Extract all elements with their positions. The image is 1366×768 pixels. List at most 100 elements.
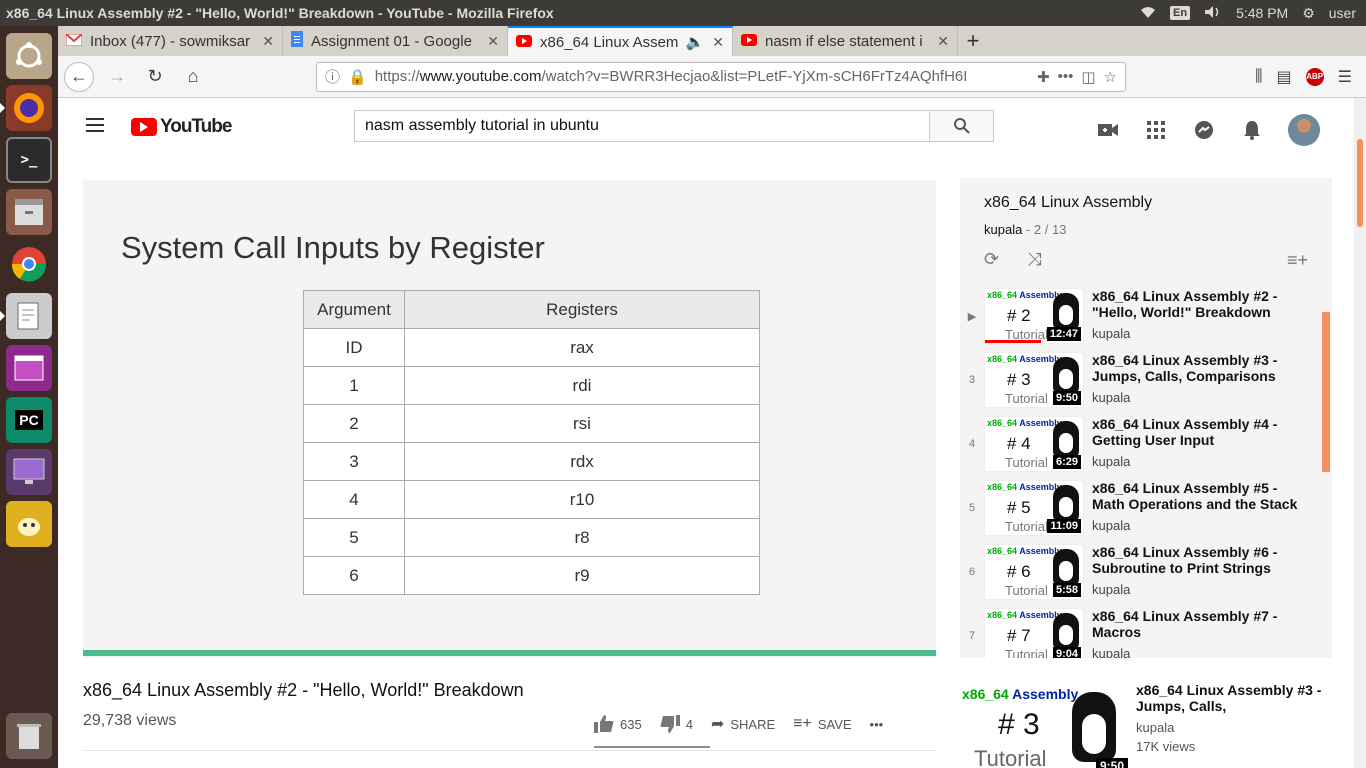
teapot-app-icon[interactable] bbox=[6, 501, 52, 547]
files-icon[interactable] bbox=[6, 189, 52, 235]
video-progress-bar[interactable] bbox=[83, 650, 936, 656]
url-text[interactable]: https://www.youtube.com/watch?v=BWRR3Hec… bbox=[375, 68, 1029, 85]
tab-gmail[interactable]: Inbox (477) - sowmiksar ✕ bbox=[58, 26, 283, 56]
like-button[interactable]: 635 bbox=[594, 715, 642, 733]
user-avatar[interactable] bbox=[1288, 114, 1320, 146]
youtube-page: YouTube nasm assembly tutorial in ubuntu… bbox=[58, 98, 1354, 768]
wifi-icon[interactable] bbox=[1140, 5, 1156, 22]
table-cell: 3 bbox=[303, 442, 405, 481]
playlist-item[interactable]: 6 x86_64 Assembly # 6 Tutorial 5:58 x86_… bbox=[960, 538, 1332, 602]
display-icon[interactable] bbox=[6, 449, 52, 495]
save-button[interactable]: ≡+ SAVE bbox=[793, 715, 851, 733]
playlist-item[interactable]: ▶ x86_64 Assembly # 2 Tutorial 12:47 x86… bbox=[960, 282, 1332, 346]
video-thumbnail[interactable]: x86_64 Assembly # 7 Tutorial 9:04 bbox=[984, 608, 1084, 658]
playlist-save-icon[interactable]: ≡+ bbox=[1287, 250, 1308, 271]
reload-button[interactable]: ↻ bbox=[140, 62, 170, 92]
pocket-icon[interactable]: ◫ bbox=[1081, 68, 1095, 86]
related-channel: kupala bbox=[1136, 720, 1175, 735]
playlist-item[interactable]: 7 x86_64 Assembly # 7 Tutorial 9:04 x86_… bbox=[960, 602, 1332, 658]
header-icons bbox=[1096, 114, 1320, 146]
page-actions-icon[interactable]: ••• bbox=[1058, 68, 1074, 85]
loop-icon[interactable]: ⟳ bbox=[984, 249, 999, 270]
bookmark-star-icon[interactable]: ☆ bbox=[1104, 68, 1117, 86]
table-row: 4 r10 bbox=[303, 480, 760, 519]
playlist-item-index: 4 bbox=[968, 438, 976, 450]
keyboard-layout-indicator[interactable]: En bbox=[1170, 6, 1191, 20]
tab-youtube-active[interactable]: x86_64 Linux Assembl 🔈 ✕ bbox=[508, 26, 733, 56]
dislike-button[interactable]: 4 bbox=[660, 715, 693, 733]
scrollbar-thumb[interactable] bbox=[1356, 138, 1364, 228]
library-icon[interactable]: ⫼ bbox=[1255, 68, 1262, 86]
lock-icon: 🔒 bbox=[348, 68, 367, 86]
penguin-icon bbox=[1072, 692, 1116, 762]
terminal-icon[interactable]: >_ bbox=[6, 137, 52, 183]
video-player[interactable]: System Call Inputs by Register Argument … bbox=[83, 180, 936, 658]
playlist-title[interactable]: x86_64 Linux Assembly bbox=[984, 194, 1308, 212]
tab-youtube-nasm[interactable]: nasm if else statement i ✕ bbox=[733, 26, 958, 56]
new-tab-button[interactable]: + bbox=[958, 26, 988, 56]
back-button[interactable]: ← bbox=[64, 61, 94, 92]
playlist-item[interactable]: 5 x86_64 Assembly # 5 Tutorial 11:09 x86… bbox=[960, 474, 1332, 538]
chromium-icon[interactable] bbox=[6, 241, 52, 287]
window-app-icon[interactable] bbox=[6, 345, 52, 391]
duration-badge: 11:09 bbox=[1047, 519, 1081, 533]
related-thumbnail[interactable]: x86_64 Assembly # 3 Tutorial 9:50 bbox=[960, 680, 1128, 768]
shuffle-icon[interactable]: ⤨ bbox=[1027, 249, 1041, 270]
notifications-bell-icon[interactable] bbox=[1240, 118, 1264, 142]
apps-grid-icon[interactable] bbox=[1144, 118, 1168, 142]
adblock-icon[interactable]: ABP bbox=[1305, 67, 1324, 86]
extension-icon[interactable]: ✚ bbox=[1037, 68, 1050, 86]
forward-button[interactable]: → bbox=[102, 62, 132, 92]
text-editor-icon[interactable] bbox=[0, 293, 52, 339]
url-bar[interactable]: ⓘ 🔒 https://www.youtube.com/watch?v=BWRR… bbox=[316, 61, 1126, 92]
close-tab-icon[interactable]: ✕ bbox=[712, 34, 724, 51]
table-cell: rsi bbox=[404, 404, 760, 443]
playlist-item-index: 7 bbox=[968, 630, 976, 642]
unity-launcher: >_ PC bbox=[0, 26, 58, 768]
playlist-item[interactable]: 4 x86_64 Assembly # 4 Tutorial 6:29 x86_… bbox=[960, 410, 1332, 474]
ubuntu-dash-icon[interactable] bbox=[6, 33, 52, 79]
speaker-icon[interactable]: 🔈 bbox=[686, 33, 705, 51]
messages-icon[interactable] bbox=[1192, 118, 1216, 142]
duration-badge: 9:50 bbox=[1095, 758, 1128, 768]
firefox-icon[interactable] bbox=[0, 85, 52, 131]
close-tab-icon[interactable]: ✕ bbox=[937, 33, 949, 50]
settings-gear-icon[interactable]: ⚙ bbox=[1302, 5, 1315, 22]
playlist-item-index: 6 bbox=[968, 566, 976, 578]
related-views: 17K views bbox=[1136, 739, 1196, 754]
clock[interactable]: 5:48 PM bbox=[1236, 5, 1288, 21]
trash-icon[interactable] bbox=[6, 713, 52, 759]
table-cell: ID bbox=[303, 328, 405, 367]
hamburger-menu-icon[interactable]: ☰ bbox=[1338, 67, 1352, 87]
sidebar-icon[interactable]: ▤ bbox=[1277, 67, 1292, 87]
guide-menu-icon[interactable] bbox=[86, 118, 104, 136]
pycharm-icon[interactable]: PC bbox=[6, 397, 52, 443]
related-video[interactable]: x86_64 Assembly # 3 Tutorial 9:50 x86_64… bbox=[960, 680, 1332, 768]
user-name[interactable]: user bbox=[1329, 5, 1356, 21]
system-tray: En 5:48 PM ⚙ user bbox=[1140, 5, 1366, 22]
info-icon[interactable]: ⓘ bbox=[325, 66, 340, 87]
playlist-item[interactable]: 3 x86_64 Assembly # 3 Tutorial 9:50 x86_… bbox=[960, 346, 1332, 410]
video-thumbnail[interactable]: x86_64 Assembly # 2 Tutorial 12:47 bbox=[984, 288, 1084, 344]
playlist-scrollbar[interactable] bbox=[1322, 312, 1330, 472]
youtube-logo[interactable]: YouTube bbox=[131, 116, 232, 138]
share-button[interactable]: ➦ SHARE bbox=[711, 714, 775, 734]
home-button[interactable]: ⌂ bbox=[178, 62, 208, 92]
video-thumbnail[interactable]: x86_64 Assembly # 6 Tutorial 5:58 bbox=[984, 544, 1084, 600]
playlist-item-channel: kupala bbox=[1092, 326, 1131, 341]
create-video-icon[interactable] bbox=[1096, 118, 1120, 142]
more-actions-button[interactable]: ••• bbox=[870, 717, 884, 732]
video-thumbnail[interactable]: x86_64 Assembly # 5 Tutorial 11:09 bbox=[984, 480, 1084, 536]
page-scrollbar[interactable] bbox=[1354, 98, 1366, 768]
search-button[interactable] bbox=[929, 110, 994, 142]
video-thumbnail[interactable]: x86_64 Assembly # 3 Tutorial 9:50 bbox=[984, 352, 1084, 408]
tab-google-docs[interactable]: Assignment 01 - Google ✕ bbox=[283, 26, 508, 56]
search-input[interactable]: nasm assembly tutorial in ubuntu bbox=[354, 110, 930, 142]
playlist-channel[interactable]: kupala bbox=[984, 222, 1022, 237]
close-tab-icon[interactable]: ✕ bbox=[262, 33, 274, 50]
video-thumbnail[interactable]: x86_64 Assembly # 4 Tutorial 6:29 bbox=[984, 416, 1084, 472]
playlist-item-title: x86_64 Linux Assembly #4 - Getting User … bbox=[1092, 416, 1278, 448]
penguin-icon bbox=[1053, 485, 1079, 523]
volume-icon[interactable] bbox=[1204, 5, 1222, 22]
close-tab-icon[interactable]: ✕ bbox=[487, 33, 499, 50]
